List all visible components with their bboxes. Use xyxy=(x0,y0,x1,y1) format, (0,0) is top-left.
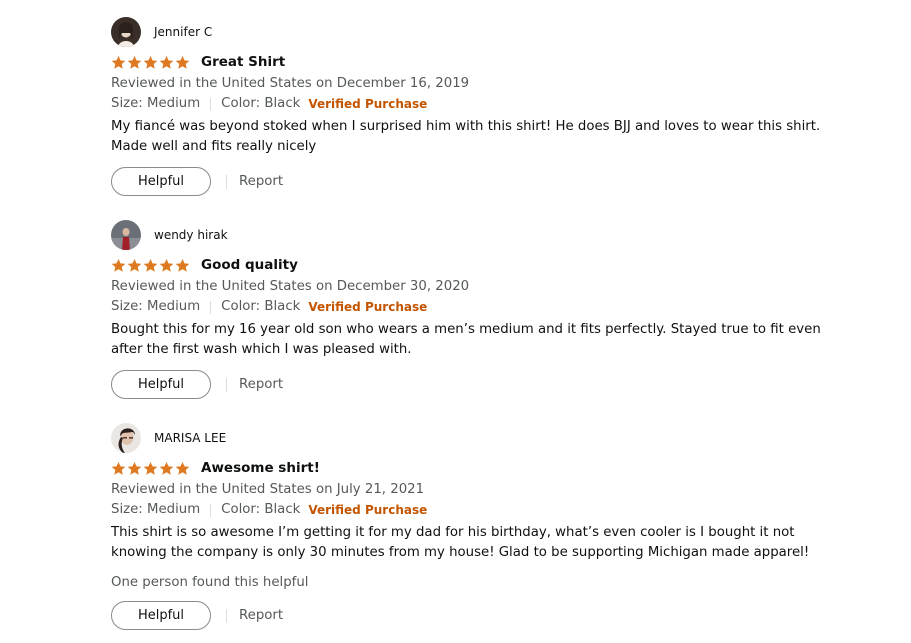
variant-size[interactable]: Size: Medium xyxy=(111,500,200,520)
star-rating[interactable] xyxy=(111,55,190,70)
star-icon xyxy=(159,258,174,272)
star-icon xyxy=(175,461,190,475)
review-variant: Size: Medium Color: Black Verified Purch… xyxy=(111,297,871,317)
review-body-line: knowing the company is only 30 minutes f… xyxy=(111,545,810,560)
helpful-count: One person found this helpful xyxy=(111,575,309,590)
review-date: Reviewed in the United States on July 21… xyxy=(111,482,425,497)
review-actions: Helpful Report xyxy=(111,167,871,196)
avatar[interactable] xyxy=(111,423,141,453)
review-body: This shirt is so awesome I’m getting it … xyxy=(111,523,871,563)
reviewer-profile[interactable]: wendy hirak xyxy=(111,220,871,250)
star-rating[interactable] xyxy=(111,461,190,476)
divider xyxy=(226,174,227,189)
review-variant: Size: Medium Color: Black Verified Purch… xyxy=(111,500,871,520)
review-title[interactable]: Awesome shirt! xyxy=(201,460,320,476)
divider xyxy=(226,377,227,392)
helpful-button[interactable]: Helpful xyxy=(111,167,211,196)
review-body-line: My fiancé was beyond stoked when I surpr… xyxy=(111,119,821,134)
report-link[interactable]: Report xyxy=(239,174,283,189)
review-date: Reviewed in the United States on Decembe… xyxy=(111,279,470,294)
variant-size[interactable]: Size: Medium xyxy=(111,94,200,114)
review-title[interactable]: Great Shirt xyxy=(201,54,285,70)
variant-color[interactable]: Color: Black xyxy=(221,297,300,317)
variant-color[interactable]: Color: Black xyxy=(221,500,300,520)
review-body-line: Made well and fits really nicely xyxy=(111,139,317,154)
verified-purchase-badge[interactable]: Verified Purchase xyxy=(308,297,427,317)
variant-color[interactable]: Color: Black xyxy=(221,94,300,114)
verified-purchase-badge[interactable]: Verified Purchase xyxy=(308,500,427,520)
avatar[interactable] xyxy=(111,220,141,250)
star-icon xyxy=(111,461,126,475)
star-icon xyxy=(143,55,158,69)
avatar[interactable] xyxy=(111,17,141,47)
divider xyxy=(210,97,212,111)
review: wendy hirak Good quality Reviewed in the… xyxy=(111,220,871,399)
star-rating[interactable] xyxy=(111,258,190,273)
review-body-line: This shirt is so awesome I’m getting it … xyxy=(111,525,795,540)
star-icon xyxy=(175,258,190,272)
divider xyxy=(226,608,227,623)
review-date: Reviewed in the United States on Decembe… xyxy=(111,76,470,91)
star-icon xyxy=(111,55,126,69)
helpful-button[interactable]: Helpful xyxy=(111,370,211,399)
review-body: Bought this for my 16 year old son who w… xyxy=(111,320,871,360)
star-icon xyxy=(159,55,174,69)
star-icon xyxy=(127,461,142,475)
star-icon xyxy=(127,55,142,69)
star-icon xyxy=(175,55,190,69)
variant-size[interactable]: Size: Medium xyxy=(111,297,200,317)
review-body: My fiancé was beyond stoked when I surpr… xyxy=(111,117,871,157)
reviewer-name[interactable]: Jennifer C xyxy=(154,25,212,39)
star-icon xyxy=(127,258,142,272)
report-link[interactable]: Report xyxy=(239,377,283,392)
review-body-line: Bought this for my 16 year old son who w… xyxy=(111,322,821,337)
star-icon xyxy=(159,461,174,475)
reviewer-name[interactable]: wendy hirak xyxy=(154,228,228,242)
helpful-button[interactable]: Helpful xyxy=(111,601,211,630)
review-actions: Helpful Report xyxy=(111,601,871,630)
divider xyxy=(210,300,212,314)
review-actions: Helpful Report xyxy=(111,370,871,399)
star-icon xyxy=(143,258,158,272)
reviewer-name[interactable]: MARISA LEE xyxy=(154,431,226,445)
report-link[interactable]: Report xyxy=(239,608,283,623)
star-icon xyxy=(143,461,158,475)
reviewer-profile[interactable]: MARISA LEE xyxy=(111,423,871,453)
review-body-line: after the first wash which I was pleased… xyxy=(111,342,412,357)
divider xyxy=(210,503,212,517)
star-icon xyxy=(111,258,126,272)
review-variant: Size: Medium Color: Black Verified Purch… xyxy=(111,94,871,114)
review-title[interactable]: Good quality xyxy=(201,257,298,273)
verified-purchase-badge[interactable]: Verified Purchase xyxy=(308,94,427,114)
review: MARISA LEE Awesome shirt! Reviewed in th… xyxy=(111,423,871,630)
review: Jennifer C Great Shirt Reviewed in the U… xyxy=(111,17,871,196)
reviewer-profile[interactable]: Jennifer C xyxy=(111,17,871,47)
